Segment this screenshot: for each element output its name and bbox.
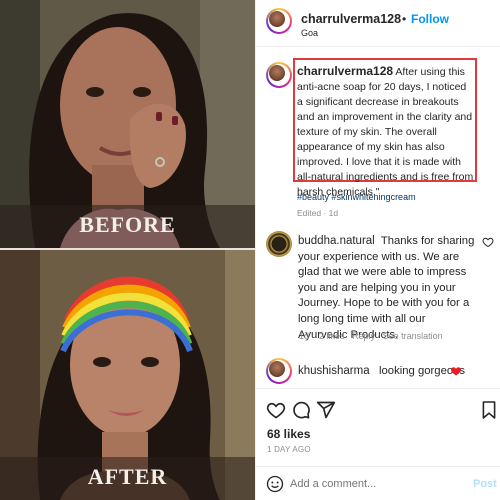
caption-meta: Edited · 1d [297, 208, 339, 218]
comment-likes[interactable]: 2 likes [319, 331, 345, 341]
like-count[interactable]: 68 likes [267, 427, 310, 441]
actions-divider [256, 388, 500, 389]
comment-avatar-khushisharma[interactable] [266, 358, 292, 384]
red-heart-emoji-icon [451, 367, 461, 376]
caption-hashtags[interactable]: #beauty #skinwhiteningcream [297, 192, 416, 202]
comment-like-heart-icon[interactable] [482, 236, 494, 248]
caption-body: charrulverma128 After using this anti-ac… [297, 64, 475, 200]
author-username[interactable]: charrulverma128 [301, 12, 401, 26]
heart-icon[interactable] [266, 400, 286, 420]
after-photo: AFTER [0, 250, 255, 500]
comment-body: buddha.natural Thanks for sharing your e… [298, 234, 476, 343]
header-dot: • [402, 12, 407, 26]
composer-divider [256, 466, 500, 467]
comment-text: Thanks for sharing your experience with … [298, 235, 475, 341]
comment-username[interactable]: khushisharma [298, 365, 370, 377]
post-date: 1 DAY AGO [267, 445, 311, 454]
comment-age: 1d [299, 331, 310, 341]
comment-icon[interactable] [291, 400, 311, 420]
post-media[interactable]: BEFORE AFTER [0, 0, 255, 500]
author-avatar[interactable] [266, 8, 292, 34]
follow-button[interactable]: Follow [411, 12, 449, 26]
share-icon[interactable] [316, 400, 336, 420]
caption-text: After using this anti-acne soap for 20 d… [297, 66, 474, 198]
before-photo: BEFORE [0, 0, 255, 248]
bookmark-icon[interactable] [481, 400, 497, 420]
comment-body: khushisharma looking gorgeous [298, 364, 465, 379]
see-translation-button[interactable]: See translation [383, 331, 443, 341]
caption-avatar[interactable] [266, 62, 292, 88]
post-comment-button[interactable]: Post [473, 478, 497, 490]
post-sidebar: charrulverma128 • Follow Goa charrulverm… [255, 0, 500, 500]
before-label: BEFORE [79, 212, 176, 237]
smiley-icon[interactable] [266, 475, 284, 493]
after-label: AFTER [87, 464, 168, 489]
comment-input[interactable] [290, 474, 460, 494]
comment-avatar-buddha-natural[interactable] [266, 231, 292, 257]
post-location[interactable]: Goa [301, 28, 318, 38]
header-divider [256, 46, 500, 47]
comment-reply-button[interactable]: Reply [352, 331, 375, 341]
caption-username[interactable]: charrulverma128 [297, 64, 393, 78]
comment-username[interactable]: buddha.natural [298, 235, 375, 247]
comment-meta-row: 1d 2 likes Reply See translation [299, 331, 443, 341]
